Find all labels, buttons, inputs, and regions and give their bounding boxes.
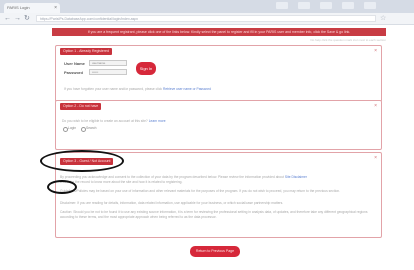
login-help-text: If you have forgotten your user name and… bbox=[64, 87, 364, 91]
radio-login-label: Login bbox=[68, 126, 77, 130]
consent-line-4: Disclaimer: If you are reading for detai… bbox=[60, 201, 284, 205]
login-panel-header: Option 1 - Already Registered bbox=[60, 48, 112, 55]
consent-line-5: Caution: Should you be not to be found i… bbox=[60, 210, 368, 214]
refresh-icon[interactable]: ↻ bbox=[24, 14, 30, 23]
password-label: Password bbox=[64, 70, 83, 75]
consent-line-2: and/or for the record to know more about… bbox=[60, 180, 183, 184]
consent-line-3: Guidelines/Policies may be based on your… bbox=[60, 189, 341, 193]
browser-tab[interactable]: PARIS Login × bbox=[4, 3, 60, 13]
notice-subnote: Do help click the question mark icon nex… bbox=[310, 38, 386, 42]
address-bar: ← → ↻ https://ParisIPs.DatabaseApp.com/c… bbox=[0, 13, 414, 25]
window-control[interactable] bbox=[320, 2, 332, 9]
learn-more-link[interactable]: Learn more bbox=[149, 119, 166, 123]
consent-line-1-text: By proceeding you acknowledge and consen… bbox=[60, 175, 284, 179]
return-button[interactable]: Return to Previous Page bbox=[190, 246, 240, 257]
consent-line-1: By proceeding you acknowledge and consen… bbox=[60, 175, 378, 179]
notice-banner: If you are a frequent registrant, please… bbox=[52, 28, 386, 36]
login-help-label: If you have forgotten your user name and… bbox=[64, 87, 163, 91]
close-icon[interactable]: × bbox=[374, 49, 377, 54]
close-icon[interactable]: × bbox=[374, 156, 377, 161]
username-input[interactable]: username bbox=[89, 60, 127, 66]
window-control[interactable] bbox=[276, 2, 288, 9]
browser-tab-bar: PARIS Login × bbox=[0, 0, 414, 13]
site-disclaimer-link[interactable]: Site Disclaimer bbox=[285, 175, 307, 179]
annotation-oval-header bbox=[40, 150, 124, 172]
account-question-text: Do you wish to be eligible to create an … bbox=[62, 119, 148, 123]
window-control[interactable] bbox=[342, 2, 354, 9]
tab-close-icon[interactable]: × bbox=[54, 3, 57, 13]
radio-search-label: Search bbox=[86, 126, 97, 130]
url-field[interactable]: https://ParisIPs.DatabaseApp.com/confide… bbox=[36, 15, 376, 22]
window-control[interactable] bbox=[364, 2, 376, 9]
account-panel: Option 2 - Do not have × Do you wish to … bbox=[55, 100, 382, 150]
annotation-oval-checkbox bbox=[47, 180, 77, 194]
star-icon[interactable]: ☆ bbox=[380, 14, 386, 23]
username-label: User Name bbox=[64, 61, 85, 66]
account-panel-header: Option 2 - Do not have bbox=[60, 103, 102, 110]
window-control[interactable] bbox=[298, 2, 310, 9]
login-panel: Option 1 - Already Registered × User Nam… bbox=[55, 45, 382, 102]
close-icon[interactable]: × bbox=[374, 104, 377, 109]
consent-line-6: according to these terms, and the most a… bbox=[60, 215, 217, 219]
account-question: Do you wish to be eligible to create an … bbox=[62, 119, 362, 123]
sign-in-button[interactable]: Sign In bbox=[136, 62, 156, 75]
tab-title: PARIS Login bbox=[7, 5, 30, 10]
back-icon[interactable]: ← bbox=[4, 14, 11, 23]
password-input[interactable]: •••••• bbox=[89, 69, 127, 75]
retrieve-password-link[interactable]: Retrieve user name or Password bbox=[163, 87, 211, 91]
forward-icon[interactable]: → bbox=[14, 14, 21, 23]
